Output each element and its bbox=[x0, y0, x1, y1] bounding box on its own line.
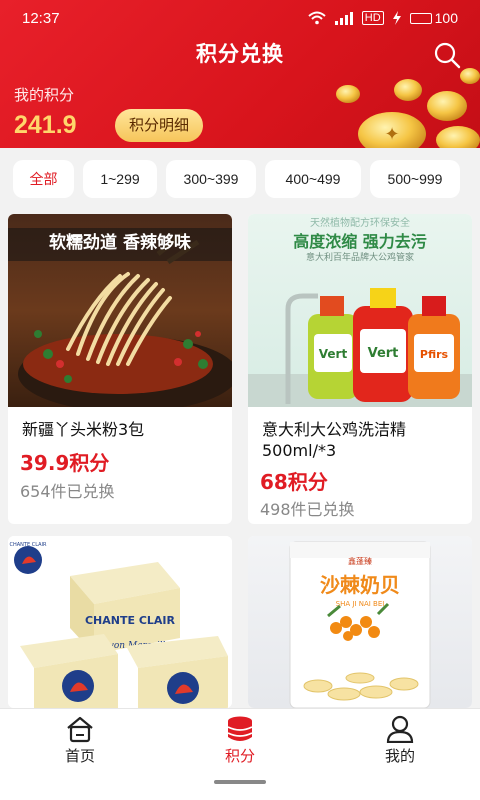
package-pinyin: SHA JI NAI BEI bbox=[336, 600, 385, 608]
tab-profile-label: 我的 bbox=[384, 747, 415, 765]
tab-points[interactable]: 积分 bbox=[190, 715, 290, 766]
filter-300-399[interactable]: 300~399 bbox=[166, 160, 256, 198]
price-filter-bar: 全部 1~299 300~399 400~499 500~999 bbox=[0, 148, 480, 210]
tab-points-label: 积分 bbox=[224, 747, 255, 765]
battery-icon bbox=[409, 12, 432, 24]
soap-bars-illustration: CHANTE CLAIR CHANTE CLAIR Savon Marseill… bbox=[10, 542, 228, 708]
product-card[interactable]: CHANTE CLAIR CHANTE CLAIR Savon Marseill… bbox=[8, 536, 232, 708]
gold-coins-decoration: ✦ bbox=[336, 68, 480, 148]
product-sold-count: 498件已兑换 bbox=[260, 500, 355, 519]
tab-profile[interactable]: 我的 bbox=[350, 715, 450, 766]
package-brand: 沙棘奶贝 bbox=[320, 573, 400, 597]
header: 12:37 HD 100 积分兑换 我的积分 241.9 积分明细 ✦ bbox=[0, 0, 480, 148]
product-card[interactable]: 鑫蓬臻 沙棘奶贝 SHA JI NAI BEI bbox=[248, 536, 472, 708]
svg-text:✦: ✦ bbox=[384, 124, 399, 145]
signal-icon bbox=[334, 12, 353, 25]
filter-all[interactable]: 全部 bbox=[13, 160, 74, 198]
battery-level: 100 bbox=[434, 10, 458, 26]
product-price: 68积分 bbox=[260, 470, 328, 494]
soap-brand: CHANTE CLAIR bbox=[85, 614, 176, 627]
points-label: 我的积分 bbox=[14, 86, 75, 104]
status-bar: 12:37 HD 100 bbox=[0, 0, 480, 36]
filter-500-999[interactable]: 500~999 bbox=[370, 160, 460, 198]
product-card[interactable]: 天然植物配方环保安全 高度浓缩 强力去污 意大利百年品牌大公鸡管家 Vert V… bbox=[248, 214, 472, 524]
bottom-navigation: 首页 积分 我的 bbox=[0, 708, 480, 800]
product-title: 意大利大公鸡洗洁精 500ml/*3 bbox=[262, 419, 406, 461]
product-title-line2: 500ml/*3 bbox=[262, 441, 337, 460]
bottle-label: Vert bbox=[319, 347, 348, 361]
product-sold-count: 654件已兑换 bbox=[20, 482, 115, 501]
package-logo: 鑫蓬臻 bbox=[348, 556, 372, 566]
product-banner-overlay: 软糯劲道 香辣够味 bbox=[49, 233, 191, 253]
charging-icon bbox=[392, 11, 401, 25]
sea-buckthorn-snack-illustration: 鑫蓬臻 沙棘奶贝 SHA JI NAI BEI bbox=[289, 541, 431, 708]
bottle-label: Pfirs bbox=[420, 348, 449, 361]
filter-400-499[interactable]: 400~499 bbox=[265, 160, 361, 198]
brand-logo-text: CHANTE CLAIR bbox=[10, 542, 48, 548]
profile-icon bbox=[386, 715, 414, 743]
tab-home[interactable]: 首页 bbox=[30, 715, 130, 766]
product-card[interactable]: 软糯劲道 香辣够味 软糯劲道 香辣够味 新疆丫头米粉3包 39.9积分 654件… bbox=[8, 214, 232, 524]
home-indicator bbox=[214, 780, 266, 784]
detergent-bottles-illustration: Vert Vert Pfirs bbox=[248, 288, 472, 407]
product-price: 39.9积分 bbox=[20, 451, 110, 475]
status-icons: HD 100 bbox=[308, 10, 458, 26]
product-title-line1: 意大利大公鸡洗洁精 bbox=[262, 420, 407, 439]
points-value: 241.9 bbox=[14, 111, 77, 139]
tab-home-label: 首页 bbox=[64, 747, 95, 765]
product-title: 新疆丫头米粉3包 bbox=[22, 420, 145, 439]
product-image: CHANTE CLAIR CHANTE CLAIR Savon Marseill… bbox=[8, 536, 232, 708]
points-icon bbox=[227, 716, 253, 741]
wifi-icon bbox=[308, 11, 326, 25]
product-image: 鑫蓬臻 沙棘奶贝 SHA JI NAI BEI bbox=[248, 536, 472, 708]
bottle-label: Vert bbox=[368, 346, 399, 361]
points-detail-button[interactable]: 积分明细 bbox=[115, 109, 204, 142]
product-image: 天然植物配方环保安全 高度浓缩 强力去污 意大利百年品牌大公鸡管家 Vert V… bbox=[248, 214, 472, 407]
status-time: 12:37 bbox=[22, 9, 60, 27]
filter-1-299[interactable]: 1~299 bbox=[83, 160, 157, 198]
home-icon bbox=[67, 716, 93, 743]
product-image: 软糯劲道 香辣够味 软糯劲道 香辣够味 bbox=[8, 214, 232, 407]
battery-indicator: 100 bbox=[409, 10, 458, 26]
hd-badge: HD bbox=[361, 11, 384, 25]
